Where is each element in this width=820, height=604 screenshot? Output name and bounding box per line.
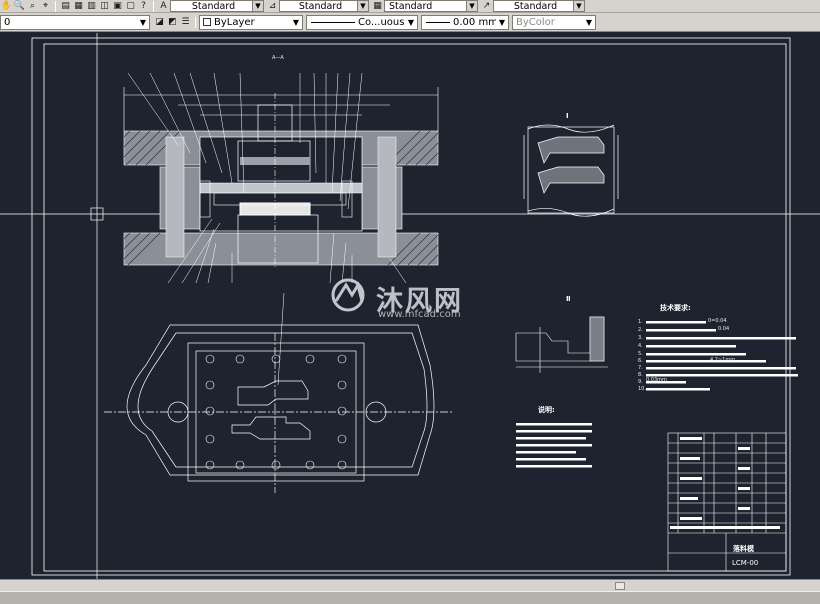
tool-palettes-icon[interactable]: ▥ — [86, 1, 97, 12]
plan-view — [104, 292, 452, 493]
mleader-style-icon[interactable]: ↗ — [481, 1, 492, 12]
chevron-down-icon[interactable]: ▼ — [290, 16, 302, 29]
mleader-style-select[interactable]: Standard ▼ — [493, 0, 585, 12]
chevron-down-icon[interactable]: ▼ — [137, 16, 149, 29]
detail-view-title: Ⅰ — [566, 112, 569, 120]
color-swatch — [203, 18, 211, 26]
tech-item: 2. — [638, 327, 643, 333]
watermark-url: www.mfcad.com — [378, 309, 461, 320]
tech-item: 5. — [638, 351, 643, 357]
title-block-drawing-code: LCM-00 — [732, 559, 759, 567]
linetype-preview — [311, 21, 355, 23]
design-center-icon[interactable]: ▦ — [73, 1, 84, 12]
part-view-mid — [515, 316, 608, 373]
linetype-value: Co...uous — [358, 16, 405, 28]
tech-item: 6. — [638, 358, 643, 364]
chevron-down-icon[interactable]: ▼ — [357, 1, 368, 11]
separator — [195, 16, 196, 28]
section-label: A—A — [272, 55, 284, 61]
text-style-select[interactable]: Standard ▼ — [170, 0, 264, 12]
chevron-down-icon[interactable]: ▼ — [466, 1, 477, 11]
table-style-select[interactable]: Standard ▼ — [384, 0, 478, 12]
detail-view-right — [523, 124, 619, 217]
help-icon[interactable]: ? — [138, 1, 149, 12]
part-view-title: Ⅱ — [566, 295, 571, 303]
layer-manager-icon[interactable]: ☰ — [180, 17, 191, 28]
autocad-window: ✋ 🔍 ⌕ ⌖ ▤ ▦ ▥ ◫ ▣ ▢ ? A Standard ▼ ⊿ Sta… — [0, 0, 820, 604]
markup-icon[interactable]: ▣ — [112, 1, 123, 12]
chevron-down-icon[interactable]: ▼ — [405, 16, 417, 29]
notes-title: 说明: — [538, 406, 555, 414]
mleader-style-value: Standard — [513, 0, 558, 12]
title-block-part-name: 落料模 — [733, 545, 754, 553]
layer-previous-icon[interactable]: ◩ — [167, 17, 178, 28]
zoom-realtime-icon[interactable]: 🔍 — [14, 1, 25, 12]
drawing-canvas[interactable]: A—A Ⅰ Ⅱ 技术要求: 说明: 1. 2. 3. 4. 5. 6. 7. 8… — [0, 33, 820, 579]
color-select[interactable]: ByLayer ▼ — [199, 14, 303, 30]
status-bar — [0, 591, 820, 604]
separator — [55, 0, 56, 12]
zoom-previous-icon[interactable]: ⌖ — [40, 1, 51, 12]
make-current-layer-icon[interactable]: ◪ — [154, 17, 165, 28]
scrollbar-thumb[interactable] — [615, 582, 625, 590]
text-style-value: Standard — [191, 0, 236, 12]
tech-item: 7. — [638, 365, 643, 371]
watermark-logo — [331, 278, 365, 312]
layer-select[interactable]: 0 ▼ — [0, 14, 150, 30]
sheet-set-icon[interactable]: ◫ — [99, 1, 110, 12]
properties-icon[interactable]: ▤ — [60, 1, 71, 12]
quickcalc-icon[interactable]: ▢ — [125, 1, 136, 12]
tech-item: 9. — [638, 379, 643, 385]
tech-item: 8. — [638, 372, 643, 378]
lineweight-preview — [426, 21, 450, 23]
tech-fragment: 0.04 — [718, 326, 730, 332]
table-style-value: Standard — [389, 0, 433, 12]
chevron-down-icon[interactable]: ▼ — [496, 16, 508, 29]
dim-style-value: Standard — [298, 0, 343, 12]
layer-value: 0 — [4, 16, 11, 28]
pan-icon[interactable]: ✋ — [1, 1, 12, 12]
title-block — [667, 432, 787, 572]
section-view-assembly — [123, 72, 439, 284]
properties-toolbar: 0 ▼ ◪ ◩ ☰ ByLayer ▼ Co...uous ▼ 0.00 mm … — [0, 13, 820, 32]
tech-fragment: 4.2~1mm — [710, 357, 736, 363]
table-style-icon[interactable]: ▦ — [372, 1, 383, 12]
tech-item: 10. — [638, 386, 646, 392]
tech-item: 3. — [638, 335, 643, 341]
chevron-down-icon: ▼ — [585, 17, 593, 27]
lineweight-value: 0.00 mm — [453, 16, 496, 28]
separator — [153, 0, 154, 12]
plotstyle-select: ByColor ▼ — [512, 14, 596, 30]
notes-lines — [516, 423, 592, 468]
lineweight-select[interactable]: 0.00 mm ▼ — [421, 14, 509, 30]
tech-fragment: 0.03mm — [646, 377, 667, 383]
tech-fragment: 0=0.04 — [708, 318, 727, 324]
horizontal-scrollbar[interactable] — [0, 579, 820, 591]
tech-item: 1. — [638, 319, 643, 325]
linetype-select[interactable]: Co...uous ▼ — [306, 14, 418, 30]
styles-toolbar: ✋ 🔍 ⌕ ⌖ ▤ ▦ ▥ ◫ ▣ ▢ ? A Standard ▼ ⊿ Sta… — [0, 0, 820, 13]
color-value: ByLayer — [214, 16, 255, 28]
tech-item: 4. — [638, 343, 643, 349]
plotstyle-value: ByColor — [516, 16, 555, 28]
chevron-down-icon[interactable]: ▼ — [573, 1, 584, 11]
zoom-window-icon[interactable]: ⌕ — [27, 1, 38, 12]
text-style-icon[interactable]: A — [158, 1, 169, 12]
tech-requirements-title: 技术要求: — [660, 304, 691, 312]
dim-style-select[interactable]: Standard ▼ — [279, 0, 369, 12]
dim-style-icon[interactable]: ⊿ — [267, 1, 278, 12]
chevron-down-icon[interactable]: ▼ — [252, 1, 263, 11]
